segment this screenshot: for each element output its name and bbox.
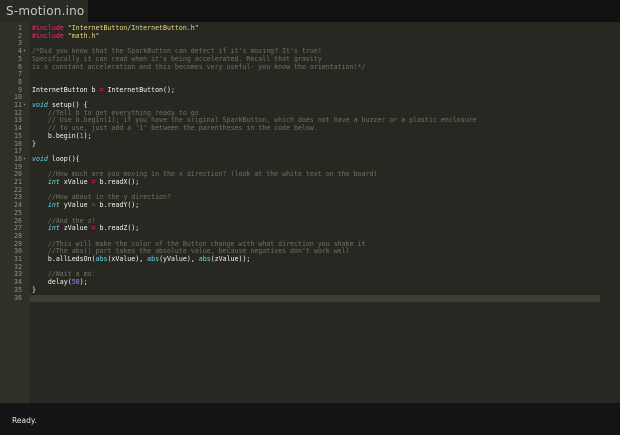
code-line[interactable]: void loop(){ [32, 154, 80, 164]
code-token: (zValue)); [210, 255, 251, 263]
code-token: abs [198, 255, 211, 263]
code-editor[interactable]: 1 2 3 4 ▾ 5 6 7 8 9 10 11 ▾ 12 13 14 15 16 17 18 ▾ 19 20 21 22 23… [0, 22, 620, 403]
line-number: 36 [14, 293, 22, 302]
code-token: (xValue), [107, 255, 148, 263]
code-line[interactable]: } [32, 139, 36, 149]
code-line[interactable]: is a constant acceleration and this beco… [32, 62, 366, 72]
code-token: zValue [59, 224, 92, 233]
code-token: xValue [59, 178, 92, 186]
code-token: InternetButton b [32, 85, 100, 94]
code-line[interactable]: } [32, 285, 36, 295]
fold-toggle-icon[interactable]: ▾ [23, 102, 26, 110]
code-token: ); [79, 278, 88, 287]
code-token: delay( [32, 278, 72, 287]
code-token: ); [83, 131, 92, 140]
code-token: b.allLedsOn( [32, 255, 96, 263]
code-token: #include [32, 31, 68, 40]
code-token: void [32, 154, 48, 163]
code-token: b.begin( [32, 131, 80, 140]
status-message: Ready. [12, 416, 37, 425]
code-token: abs [147, 255, 160, 263]
code-token: 50 [71, 278, 80, 287]
code-line[interactable]: b.begin(1); [32, 131, 92, 141]
code-token: int [47, 201, 60, 210]
code-line[interactable]: int yValue = b.readY(); [32, 201, 140, 210]
code-token: b.readX(); [95, 178, 140, 186]
code-line[interactable]: delay(50); [32, 278, 88, 287]
code-token: "math.h" [67, 31, 100, 40]
code-token: yValue [59, 201, 92, 210]
code-token: } [32, 285, 36, 294]
code-token: b.readY(); [95, 201, 140, 210]
code-line[interactable]: int xValue = b.readX(); [32, 178, 140, 187]
code-line[interactable]: InternetButton b = InternetButton(); [32, 85, 175, 95]
file-tab-title: S-motion.ino [6, 4, 85, 18]
code-token: int [47, 224, 60, 233]
code-token: b.readZ(); [95, 224, 140, 233]
code-line[interactable]: #include "math.h" [32, 31, 100, 41]
code-token: loop(){ [47, 154, 80, 163]
status-bar: Ready. [0, 403, 620, 435]
code-line[interactable]: b.allLedsOn(abs(xValue), abs(yValue), ab… [32, 255, 251, 264]
fold-toggle-icon[interactable]: ▾ [23, 156, 26, 164]
code-token: InternetButton(); [103, 85, 175, 94]
tab-bar: S-motion.ino [0, 0, 620, 22]
file-tab[interactable]: S-motion.ino [0, 0, 88, 22]
code-token: } [32, 139, 36, 148]
code-line[interactable]: int zValue = b.readZ(); [32, 224, 140, 233]
code-token: abs [95, 255, 108, 263]
line-number-gutter: 1 2 3 4 ▾ 5 6 7 8 9 10 11 ▾ 12 13 14 15 16 17 18 ▾ 19 20 21 22 23… [0, 22, 30, 403]
fold-toggle-icon[interactable]: ▾ [23, 48, 26, 56]
code-token: (yValue), [159, 255, 199, 263]
code-token: int [47, 178, 60, 186]
code-token: is a constant acceleration and this beco… [32, 62, 366, 71]
code-area[interactable]: #include "InternetButton/InternetButton.… [30, 22, 620, 403]
